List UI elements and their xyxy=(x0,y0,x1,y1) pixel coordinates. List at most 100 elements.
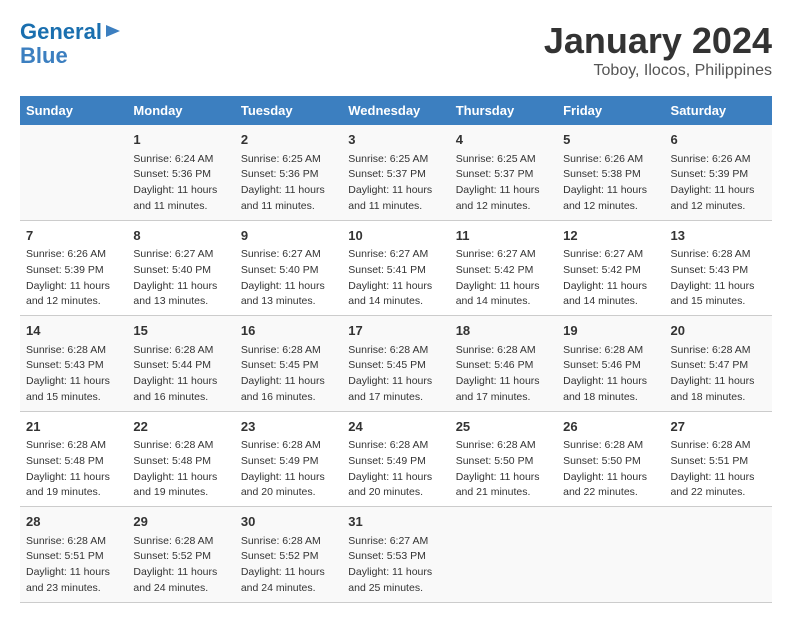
calendar-cell: 20Sunrise: 6:28 AMSunset: 5:47 PMDayligh… xyxy=(665,316,772,412)
calendar-cell: 9Sunrise: 6:27 AMSunset: 5:40 PMDaylight… xyxy=(235,220,342,316)
sunset-info: Sunset: 5:50 PM xyxy=(563,454,658,470)
calendar-cell: 1Sunrise: 6:24 AMSunset: 5:36 PMDaylight… xyxy=(127,125,234,220)
sunset-info: Sunset: 5:37 PM xyxy=(456,167,551,183)
sunrise-info: Sunrise: 6:27 AM xyxy=(456,247,551,263)
sunset-info: Sunset: 5:51 PM xyxy=(671,454,766,470)
sunrise-info: Sunrise: 6:25 AM xyxy=(348,152,443,168)
daylight-info: Daylight: 11 hours and 16 minutes. xyxy=(133,374,228,406)
day-number: 16 xyxy=(241,321,336,341)
sunset-info: Sunset: 5:53 PM xyxy=(348,549,443,565)
sunset-info: Sunset: 5:52 PM xyxy=(241,549,336,565)
calendar-cell: 31Sunrise: 6:27 AMSunset: 5:53 PMDayligh… xyxy=(342,507,449,603)
sunrise-info: Sunrise: 6:28 AM xyxy=(671,247,766,263)
day-number: 18 xyxy=(456,321,551,341)
calendar-table: SundayMondayTuesdayWednesdayThursdayFrid… xyxy=(20,96,772,603)
day-number: 26 xyxy=(563,417,658,437)
calendar-cell xyxy=(665,507,772,603)
daylight-info: Daylight: 11 hours and 14 minutes. xyxy=(456,279,551,311)
sunrise-info: Sunrise: 6:28 AM xyxy=(26,534,121,550)
sunrise-info: Sunrise: 6:28 AM xyxy=(348,343,443,359)
day-number: 3 xyxy=(348,130,443,150)
sunset-info: Sunset: 5:42 PM xyxy=(456,263,551,279)
sunset-info: Sunset: 5:48 PM xyxy=(133,454,228,470)
sunset-info: Sunset: 5:49 PM xyxy=(348,454,443,470)
daylight-info: Daylight: 11 hours and 11 minutes. xyxy=(241,183,336,215)
day-number: 13 xyxy=(671,226,766,246)
sunrise-info: Sunrise: 6:28 AM xyxy=(456,343,551,359)
sunrise-info: Sunrise: 6:27 AM xyxy=(348,534,443,550)
calendar-cell: 28Sunrise: 6:28 AMSunset: 5:51 PMDayligh… xyxy=(20,507,127,603)
logo-blue-text: Blue xyxy=(20,44,122,68)
day-number: 21 xyxy=(26,417,121,437)
calendar-subtitle: Toboy, Ilocos, Philippines xyxy=(544,62,772,80)
daylight-info: Daylight: 11 hours and 14 minutes. xyxy=(563,279,658,311)
sunset-info: Sunset: 5:41 PM xyxy=(348,263,443,279)
day-number: 10 xyxy=(348,226,443,246)
calendar-cell: 15Sunrise: 6:28 AMSunset: 5:44 PMDayligh… xyxy=(127,316,234,412)
daylight-info: Daylight: 11 hours and 24 minutes. xyxy=(133,565,228,597)
day-number: 24 xyxy=(348,417,443,437)
sunrise-info: Sunrise: 6:26 AM xyxy=(563,152,658,168)
sunrise-info: Sunrise: 6:28 AM xyxy=(133,438,228,454)
daylight-info: Daylight: 11 hours and 24 minutes. xyxy=(241,565,336,597)
daylight-info: Daylight: 11 hours and 20 minutes. xyxy=(241,470,336,502)
sunrise-info: Sunrise: 6:28 AM xyxy=(563,438,658,454)
day-number: 19 xyxy=(563,321,658,341)
sunset-info: Sunset: 5:36 PM xyxy=(241,167,336,183)
header-sunday: Sunday xyxy=(20,96,127,125)
sunset-info: Sunset: 5:44 PM xyxy=(133,358,228,374)
sunset-info: Sunset: 5:38 PM xyxy=(563,167,658,183)
calendar-cell xyxy=(450,507,557,603)
day-number: 1 xyxy=(133,130,228,150)
day-number: 25 xyxy=(456,417,551,437)
header-saturday: Saturday xyxy=(665,96,772,125)
logo: General Blue xyxy=(20,20,122,68)
calendar-cell: 22Sunrise: 6:28 AMSunset: 5:48 PMDayligh… xyxy=(127,411,234,507)
calendar-header-row: SundayMondayTuesdayWednesdayThursdayFrid… xyxy=(20,96,772,125)
day-number: 6 xyxy=(671,130,766,150)
week-row-4: 21Sunrise: 6:28 AMSunset: 5:48 PMDayligh… xyxy=(20,411,772,507)
calendar-cell: 8Sunrise: 6:27 AMSunset: 5:40 PMDaylight… xyxy=(127,220,234,316)
sunset-info: Sunset: 5:48 PM xyxy=(26,454,121,470)
calendar-cell: 18Sunrise: 6:28 AMSunset: 5:46 PMDayligh… xyxy=(450,316,557,412)
sunset-info: Sunset: 5:36 PM xyxy=(133,167,228,183)
calendar-cell: 19Sunrise: 6:28 AMSunset: 5:46 PMDayligh… xyxy=(557,316,664,412)
daylight-info: Daylight: 11 hours and 12 minutes. xyxy=(26,279,121,311)
calendar-cell: 14Sunrise: 6:28 AMSunset: 5:43 PMDayligh… xyxy=(20,316,127,412)
calendar-cell: 12Sunrise: 6:27 AMSunset: 5:42 PMDayligh… xyxy=(557,220,664,316)
calendar-cell: 27Sunrise: 6:28 AMSunset: 5:51 PMDayligh… xyxy=(665,411,772,507)
sunset-info: Sunset: 5:39 PM xyxy=(671,167,766,183)
sunrise-info: Sunrise: 6:27 AM xyxy=(241,247,336,263)
daylight-info: Daylight: 11 hours and 12 minutes. xyxy=(671,183,766,215)
calendar-cell: 21Sunrise: 6:28 AMSunset: 5:48 PMDayligh… xyxy=(20,411,127,507)
header-monday: Monday xyxy=(127,96,234,125)
sunrise-info: Sunrise: 6:28 AM xyxy=(671,438,766,454)
sunrise-info: Sunrise: 6:24 AM xyxy=(133,152,228,168)
sunrise-info: Sunrise: 6:28 AM xyxy=(563,343,658,359)
sunset-info: Sunset: 5:42 PM xyxy=(563,263,658,279)
calendar-cell: 13Sunrise: 6:28 AMSunset: 5:43 PMDayligh… xyxy=(665,220,772,316)
title-area: January 2024 Toboy, Ilocos, Philippines xyxy=(544,20,772,80)
header-thursday: Thursday xyxy=(450,96,557,125)
calendar-title: January 2024 xyxy=(544,20,772,62)
sunset-info: Sunset: 5:47 PM xyxy=(671,358,766,374)
calendar-cell: 30Sunrise: 6:28 AMSunset: 5:52 PMDayligh… xyxy=(235,507,342,603)
sunrise-info: Sunrise: 6:26 AM xyxy=(26,247,121,263)
header-friday: Friday xyxy=(557,96,664,125)
calendar-cell: 2Sunrise: 6:25 AMSunset: 5:36 PMDaylight… xyxy=(235,125,342,220)
day-number: 22 xyxy=(133,417,228,437)
calendar-cell: 3Sunrise: 6:25 AMSunset: 5:37 PMDaylight… xyxy=(342,125,449,220)
daylight-info: Daylight: 11 hours and 18 minutes. xyxy=(671,374,766,406)
day-number: 31 xyxy=(348,512,443,532)
calendar-cell: 24Sunrise: 6:28 AMSunset: 5:49 PMDayligh… xyxy=(342,411,449,507)
calendar-cell: 11Sunrise: 6:27 AMSunset: 5:42 PMDayligh… xyxy=(450,220,557,316)
sunrise-info: Sunrise: 6:25 AM xyxy=(456,152,551,168)
sunset-info: Sunset: 5:49 PM xyxy=(241,454,336,470)
sunset-info: Sunset: 5:40 PM xyxy=(133,263,228,279)
day-number: 17 xyxy=(348,321,443,341)
header-wednesday: Wednesday xyxy=(342,96,449,125)
sunset-info: Sunset: 5:46 PM xyxy=(456,358,551,374)
sunset-info: Sunset: 5:37 PM xyxy=(348,167,443,183)
sunrise-info: Sunrise: 6:28 AM xyxy=(671,343,766,359)
daylight-info: Daylight: 11 hours and 17 minutes. xyxy=(348,374,443,406)
